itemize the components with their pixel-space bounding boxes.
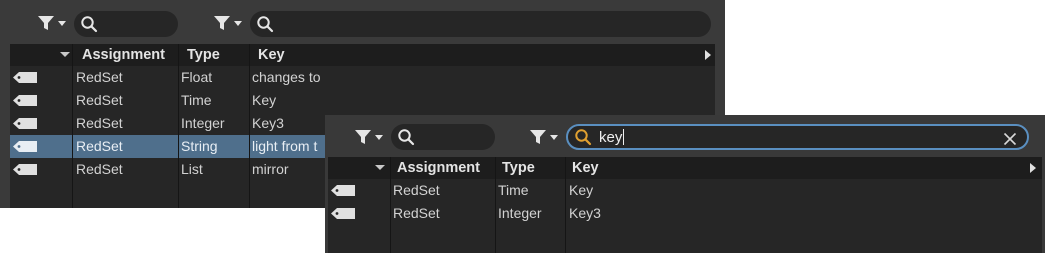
assignments-table: Assignment Type Key RedSet Time Key RedS… bbox=[328, 157, 1042, 253]
column-divider bbox=[495, 157, 496, 253]
filter-icon bbox=[38, 16, 54, 30]
sort-arrow-icon[interactable] bbox=[375, 165, 385, 170]
column-divider bbox=[565, 157, 566, 253]
cell-type: List bbox=[181, 161, 203, 177]
dropdown-caret-icon bbox=[375, 134, 383, 140]
cell-type: Integer bbox=[498, 205, 542, 221]
cell-assignment: RedSet bbox=[76, 69, 123, 85]
table-header: Assignment Type Key bbox=[328, 157, 1042, 179]
table-row[interactable]: RedSet Time Key bbox=[10, 89, 715, 112]
filter-icon bbox=[530, 130, 546, 144]
filter-dropdown-left[interactable] bbox=[354, 128, 383, 146]
filter-dropdown-right[interactable] bbox=[213, 14, 242, 32]
column-header-assignment[interactable]: Assignment bbox=[82, 44, 165, 66]
cell-type: Time bbox=[181, 92, 212, 108]
search-field-right[interactable] bbox=[250, 11, 711, 37]
filter-dropdown-right[interactable] bbox=[529, 128, 558, 146]
search-icon bbox=[257, 16, 274, 33]
cell-assignment: RedSet bbox=[393, 205, 440, 221]
column-header-assignment[interactable]: Assignment bbox=[397, 157, 480, 179]
table-row[interactable]: RedSet Integer Key3 bbox=[328, 202, 1042, 225]
column-header-type[interactable]: Type bbox=[187, 44, 220, 66]
column-divider bbox=[390, 157, 391, 253]
text-cursor bbox=[623, 129, 625, 145]
table-row[interactable]: RedSet Float changes to bbox=[10, 66, 715, 89]
cell-type: Time bbox=[498, 182, 529, 198]
filter-dropdown-left[interactable] bbox=[37, 14, 66, 32]
search-icon bbox=[81, 16, 98, 33]
cell-key: mirror bbox=[252, 161, 289, 177]
table-row[interactable]: RedSet Time Key bbox=[328, 179, 1042, 202]
dropdown-caret-icon bbox=[550, 134, 558, 140]
cell-key: Key bbox=[569, 182, 594, 198]
search-text: key bbox=[599, 128, 623, 146]
cell-key: Key3 bbox=[569, 205, 601, 221]
search-field-right[interactable]: key bbox=[566, 124, 1029, 150]
tag-icon bbox=[331, 208, 355, 219]
search-icon bbox=[398, 129, 415, 146]
cell-assignment: RedSet bbox=[393, 182, 440, 198]
tag-icon bbox=[13, 141, 37, 152]
search-field-left[interactable] bbox=[74, 11, 178, 37]
column-divider bbox=[249, 44, 250, 208]
column-menu-arrow-icon[interactable] bbox=[1030, 163, 1036, 173]
search-icon bbox=[575, 129, 592, 146]
tag-icon bbox=[13, 118, 37, 129]
column-menu-arrow-icon[interactable] bbox=[705, 50, 711, 60]
search-field-left[interactable] bbox=[391, 124, 495, 150]
column-header-type[interactable]: Type bbox=[502, 157, 535, 179]
clear-icon[interactable] bbox=[1003, 132, 1017, 146]
dropdown-caret-icon bbox=[234, 20, 242, 26]
dropdown-caret-icon bbox=[58, 20, 66, 26]
column-header-key[interactable]: Key bbox=[258, 44, 285, 66]
column-divider bbox=[72, 44, 73, 208]
column-divider bbox=[178, 44, 179, 208]
cell-assignment: RedSet bbox=[76, 115, 123, 131]
cell-key: Key3 bbox=[252, 115, 284, 131]
cell-assignment: RedSet bbox=[76, 161, 123, 177]
assignments-panel-front: key Assignment Type Key RedSet Time Key … bbox=[325, 115, 1045, 253]
cell-assignment: RedSet bbox=[76, 138, 123, 154]
table-header: Assignment Type Key bbox=[10, 44, 715, 66]
tag-icon bbox=[331, 185, 355, 196]
cell-type: Float bbox=[181, 69, 213, 85]
sort-arrow-icon[interactable] bbox=[60, 52, 70, 57]
tag-icon bbox=[13, 95, 37, 106]
cell-type: String bbox=[181, 138, 218, 154]
cell-assignment: RedSet bbox=[76, 92, 123, 108]
cell-key: light from t bbox=[252, 138, 318, 154]
cell-type: Integer bbox=[181, 115, 225, 131]
cell-key: Key bbox=[252, 92, 277, 108]
cell-key: changes to bbox=[252, 69, 321, 85]
filter-icon bbox=[355, 130, 371, 144]
filter-icon bbox=[214, 16, 230, 30]
tag-icon bbox=[13, 164, 37, 175]
column-header-key[interactable]: Key bbox=[572, 157, 599, 179]
tag-icon bbox=[13, 72, 37, 83]
